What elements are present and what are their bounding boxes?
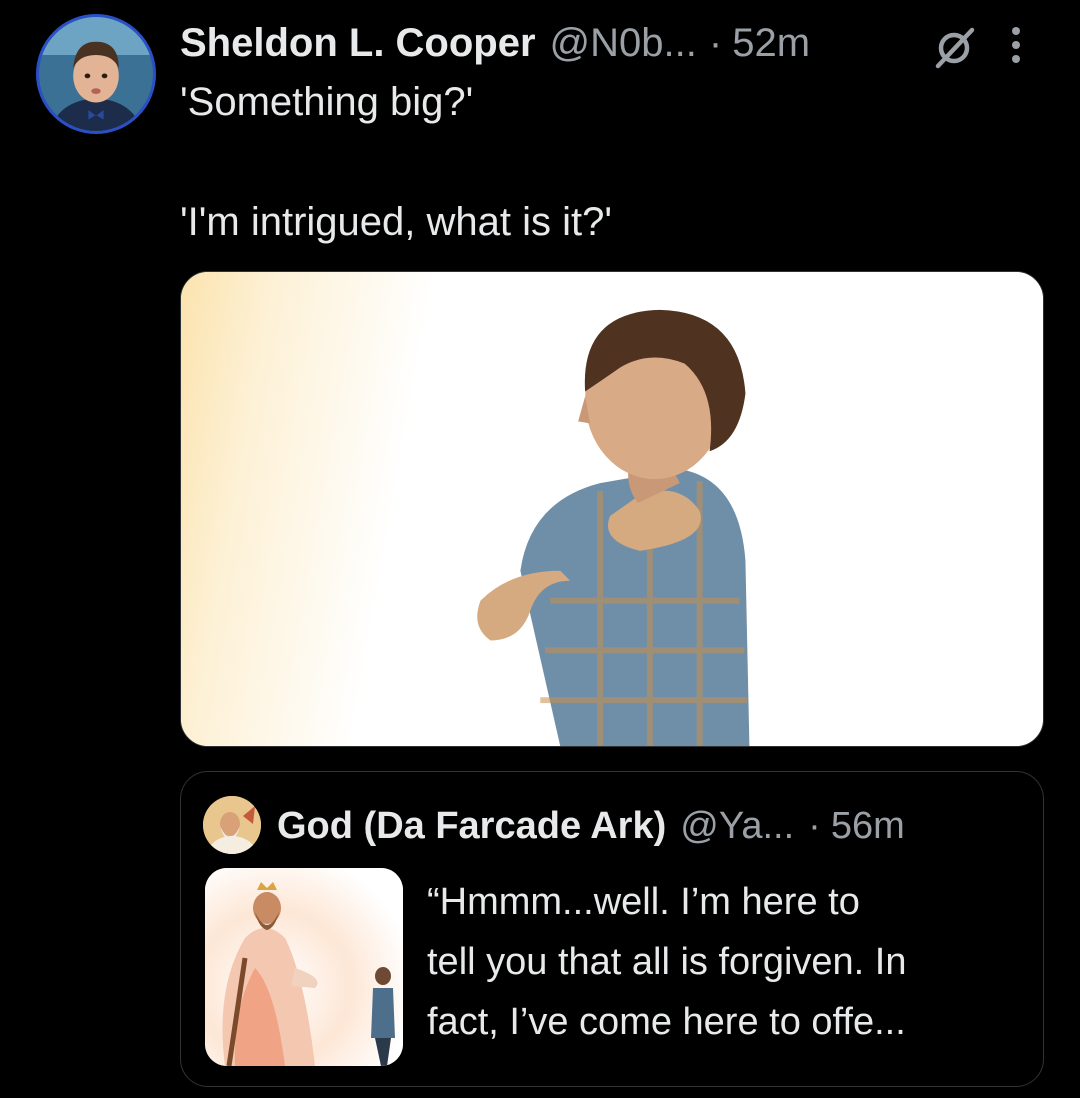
quoted-tweet-thumbnail[interactable] (205, 868, 403, 1066)
tweet[interactable]: Sheldon L. Cooper @N0b... · 52m 'Somethi… (0, 0, 1080, 1098)
quoted-text-line: fact, I’ve come here to offe... (427, 1001, 906, 1043)
more-vertical-icon[interactable] (1006, 22, 1026, 68)
tweet-text-line: 'I'm intrigued, what is it?' (180, 200, 612, 244)
quoted-author-handle[interactable]: @Ya... (680, 805, 794, 848)
quoted-text-line: tell you that all is forgiven. In (427, 941, 907, 983)
quoted-tweet-header: God (Da Farcade Ark) @Ya... · 56m (277, 802, 905, 850)
boy-figure-illustration (477, 309, 750, 746)
separator-dot: · (708, 20, 723, 65)
quoted-text-line: “Hmmm...well. I’m here to (427, 881, 860, 923)
avatar-image (39, 17, 153, 131)
tweet-timestamp[interactable]: 52m (732, 21, 810, 66)
quoted-author-display-name[interactable]: God (Da Farcade Ark) (277, 805, 666, 848)
author-handle[interactable]: @N0b... (550, 21, 697, 66)
tweet-text-line: 'Something big?' (180, 80, 474, 124)
author-avatar[interactable] (36, 14, 156, 134)
quoted-tweet-card[interactable]: God (Da Farcade Ark) @Ya... · 56m “Hmmm.… (180, 771, 1044, 1087)
quoted-tweet-timestamp[interactable]: 56m (831, 805, 905, 848)
quoted-author-avatar[interactable] (203, 796, 261, 854)
author-display-name[interactable]: Sheldon L. Cooper (180, 21, 536, 66)
avatar-image (203, 796, 261, 854)
god-figure-illustration (205, 868, 403, 1066)
grok-slash-icon[interactable] (932, 24, 978, 70)
quoted-tweet-text: “Hmmm...well. I’m here to tell you that … (427, 872, 1027, 1052)
tweet-header: Sheldon L. Cooper @N0b... · 52m (180, 18, 1040, 70)
tweet-media-image[interactable] (180, 271, 1044, 747)
separator-dot: · (808, 804, 821, 847)
